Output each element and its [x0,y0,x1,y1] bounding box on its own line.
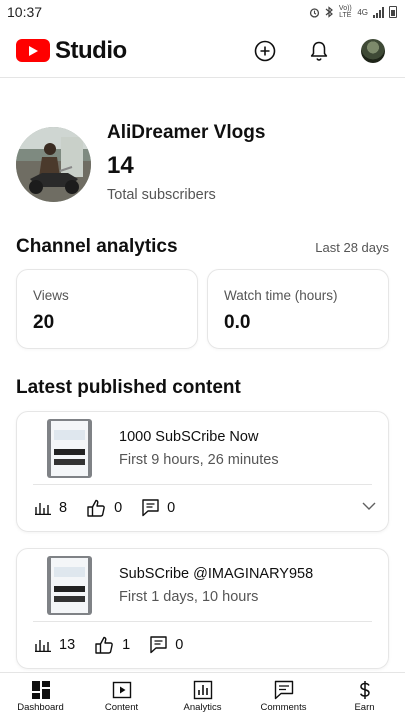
account-avatar [361,38,385,63]
likes-count: 0 [114,500,123,516]
video-stats: 8 0 0 [35,496,372,520]
metric-row: Views 20 Watch time (hours) 0.0 [0,269,405,349]
like-icon [95,636,113,654]
volte-icon: Vo)) LTE [338,5,352,19]
channel-name: AliDreamer Vlogs [107,121,266,143]
likes-stat: 1 [95,636,130,654]
status-icons: Vo)) LTE 4G [309,5,397,19]
video-summary: 1000 SubSCribe Now First 9 hours, 26 min… [17,412,388,484]
account-button[interactable] [361,38,385,63]
nav-label: Dashboard [17,702,64,713]
app-name: Studio [55,36,127,64]
channel-avatar[interactable] [16,126,91,202]
earn-icon [359,681,370,699]
dashboard-icon [31,681,50,699]
views-icon [35,503,51,515]
nav-label: Comments [260,702,307,713]
video-thumbnail [47,555,92,615]
views-count: 8 [59,500,68,516]
divider [33,621,372,622]
nav-label: Earn [354,702,375,713]
youtube-play-icon [16,39,50,62]
comments-stat: 0 [142,499,175,517]
video-thumbnail [47,418,92,478]
subscriber-label: Total subscribers [107,186,216,203]
channel-info: AliDreamer Vlogs 14 Total subscribers [107,122,265,203]
notifications-button[interactable] [307,39,331,63]
nav-earn[interactable]: Earn [324,673,405,720]
nav-content[interactable]: Content [81,673,162,720]
header-actions [253,38,385,63]
create-button[interactable] [253,39,277,63]
alarm-icon [309,7,320,18]
4g-icon: 4G [357,7,368,17]
metric-label: Watch time (hours) [224,288,338,303]
battery-icon [389,6,397,18]
content-card[interactable]: SubSCribe @IMAGINARY958 First 1 days, 10… [16,548,389,669]
video-stats: 13 1 0 [35,633,372,657]
likes-stat: 0 [87,499,122,517]
views-card[interactable]: Views 20 [16,269,198,349]
comments-stat: 0 [150,636,183,654]
studio-logo[interactable]: Studio [16,37,127,65]
likes-count: 1 [122,637,131,653]
analytics-period: Last 28 days [315,240,389,255]
content-icon [112,681,131,699]
video-subtitle: First 9 hours, 26 minutes [119,451,279,468]
chevron-down-icon [362,502,376,510]
comment-icon [142,499,159,517]
like-icon [87,499,105,517]
expand-button[interactable] [362,498,376,516]
video-text: SubSCribe @IMAGINARY958 First 1 days, 10… [119,566,313,605]
watch-time-card[interactable]: Watch time (hours) 0.0 [207,269,389,349]
create-icon [254,40,276,61]
video-text: 1000 SubSCribe Now First 9 hours, 26 min… [119,429,279,468]
nav-comments[interactable]: Comments [243,673,324,720]
content-card[interactable]: 1000 SubSCribe Now First 9 hours, 26 min… [16,411,389,532]
notifications-icon [310,41,328,61]
bottom-navigation: Dashboard Content Analytics Comments Ear… [0,672,405,720]
channel-summary: AliDreamer Vlogs 14 Total subscribers [0,78,405,230]
video-title: SubSCribe @IMAGINARY958 [119,565,314,582]
analytics-header: Channel analytics Last 28 days [0,236,405,258]
views-stat: 13 [35,637,75,653]
status-time: 10:37 [7,4,43,20]
comment-icon [150,636,167,654]
comments-count: 0 [167,500,176,516]
bluetooth-icon [325,6,334,18]
metric-value: 20 [33,312,55,333]
views-icon [35,640,51,652]
signal-icon [373,6,384,18]
status-bar: 10:37 Vo)) LTE 4G [0,0,405,24]
subscriber-count: 14 [107,151,134,179]
views-stat: 8 [35,500,67,516]
nav-analytics[interactable]: Analytics [162,673,243,720]
video-title: 1000 SubSCribe Now [119,428,259,445]
app-header: Studio [0,24,405,78]
video-subtitle: First 1 days, 10 hours [119,588,259,605]
comments-count: 0 [175,637,184,653]
comments-icon [274,680,293,700]
analytics-title: Channel analytics [16,236,178,257]
nav-dashboard[interactable]: Dashboard [0,673,81,720]
nav-label: Analytics [183,702,222,713]
nav-label: Content [104,702,139,713]
views-count: 13 [59,637,76,653]
latest-title: Latest published content [16,377,241,398]
metric-value: 0.0 [224,312,251,333]
video-summary: SubSCribe @IMAGINARY958 First 1 days, 10… [17,549,388,621]
divider [33,484,372,485]
analytics-icon [193,680,212,700]
metric-label: Views [33,288,69,303]
